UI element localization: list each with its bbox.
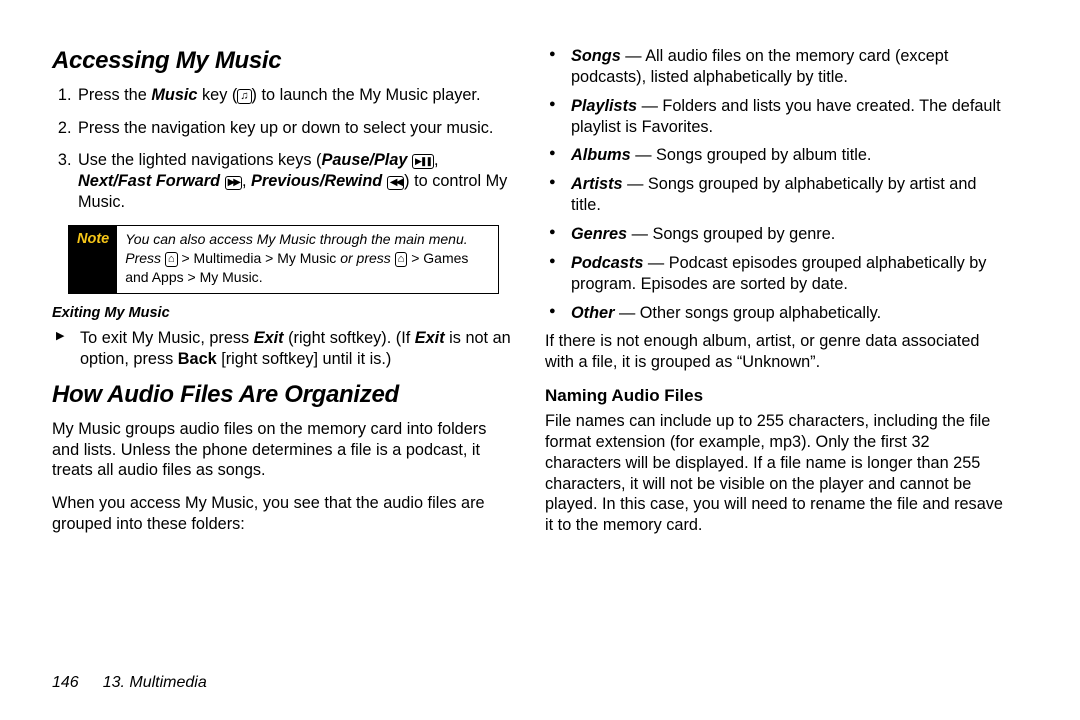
exit-step: To exit My Music, press Exit (right soft…	[74, 328, 515, 370]
term-songs: Songs	[571, 47, 621, 65]
exit-key-label-2: Exit	[415, 329, 445, 347]
note-body: You can also access My Music through the…	[117, 226, 498, 293]
text: ) to launch the My Music player.	[252, 86, 481, 104]
text: or press	[336, 250, 394, 266]
term-albums: Albums	[571, 146, 631, 164]
text: ,	[242, 172, 251, 190]
term-other: Other	[571, 304, 614, 322]
org-para-2: When you access My Music, you see that t…	[52, 493, 515, 535]
desc: — Songs grouped by album title.	[631, 146, 872, 164]
pause-play-icon	[412, 154, 434, 169]
list-item: Genres — Songs grouped by genre.	[567, 224, 1008, 245]
back-key-label: Back	[178, 350, 217, 368]
step-1: Press the Music key ( ) to launch the My …	[76, 85, 515, 106]
text: Use the lighted navigations keys (	[78, 151, 321, 169]
term-podcasts: Podcasts	[571, 254, 643, 272]
steps-list: Press the Music key ( ) to launch the My …	[54, 85, 515, 213]
note-box: Note You can also access My Music throug…	[68, 225, 499, 294]
text: key (	[197, 86, 237, 104]
heading-organized: How Audio Files Are Organized	[52, 380, 515, 411]
text: >	[178, 250, 194, 266]
desc: — All audio files on the memory card (ex…	[571, 47, 948, 86]
menu-key-icon	[165, 252, 178, 267]
list-item: Other — Other songs group alphabetically…	[567, 303, 1008, 324]
desc: — Songs grouped by genre.	[627, 225, 835, 243]
list-item: Albums — Songs grouped by album title.	[567, 145, 1008, 166]
list-item: Playlists — Folders and lists you have c…	[567, 96, 1008, 138]
step-2: Press the navigation key up or down to s…	[76, 118, 515, 139]
fast-forward-label: Next/Fast Forward	[78, 172, 220, 190]
folder-list: Songs — All audio files on the memory ca…	[545, 46, 1008, 323]
list-item: Podcasts — Podcast episodes grouped alph…	[567, 253, 1008, 295]
exit-key-label: Exit	[254, 329, 284, 347]
left-column: Accessing My Music Press the Music key (…	[52, 46, 515, 692]
step-3: Use the lighted navigations keys (Pause/…	[76, 150, 515, 213]
menu-key-icon	[395, 252, 408, 267]
text: ,	[434, 151, 439, 169]
text: .	[259, 269, 263, 285]
path-1: Multimedia > My Music	[194, 250, 337, 266]
exit-list: To exit My Music, press Exit (right soft…	[52, 328, 515, 370]
chapter-label: 13. Multimedia	[103, 674, 207, 691]
term-artists: Artists	[571, 175, 623, 193]
music-key-label: Music	[151, 86, 197, 104]
text: Press the	[78, 86, 151, 104]
list-item: Artists — Songs grouped by alphabeticall…	[567, 174, 1008, 216]
text: >	[407, 250, 423, 266]
manual-page: Accessing My Music Press the Music key (…	[0, 0, 1080, 720]
music-key-icon	[237, 89, 251, 104]
heading-naming: Naming Audio Files	[545, 385, 1008, 407]
pause-play-label: Pause/Play	[321, 151, 407, 169]
naming-para: File names can include up to 255 charact…	[545, 411, 1008, 536]
text: To exit My Music, press	[80, 329, 254, 347]
fast-forward-icon	[225, 176, 242, 190]
desc: — Other songs group alphabetically.	[614, 304, 881, 322]
heading-accessing: Accessing My Music	[52, 46, 515, 77]
heading-exiting: Exiting My Music	[52, 304, 515, 323]
note-label: Note	[69, 226, 117, 293]
term-playlists: Playlists	[571, 97, 637, 115]
rewind-icon	[387, 176, 404, 190]
org-para-1: My Music groups audio files on the memor…	[52, 419, 515, 482]
term-genres: Genres	[571, 225, 627, 243]
text: (right softkey). (If	[284, 329, 415, 347]
list-item: Songs — All audio files on the memory ca…	[567, 46, 1008, 88]
page-footer: 146 13. Multimedia	[52, 674, 207, 692]
page-number: 146	[52, 674, 79, 691]
rewind-label: Previous/Rewind	[251, 172, 382, 190]
desc: — Songs grouped by alphabetically by art…	[571, 175, 976, 214]
unknown-para: If there is not enough album, artist, or…	[545, 331, 1008, 373]
right-column: Songs — All audio files on the memory ca…	[545, 46, 1008, 692]
text: [right softkey] until it is.)	[217, 350, 392, 368]
